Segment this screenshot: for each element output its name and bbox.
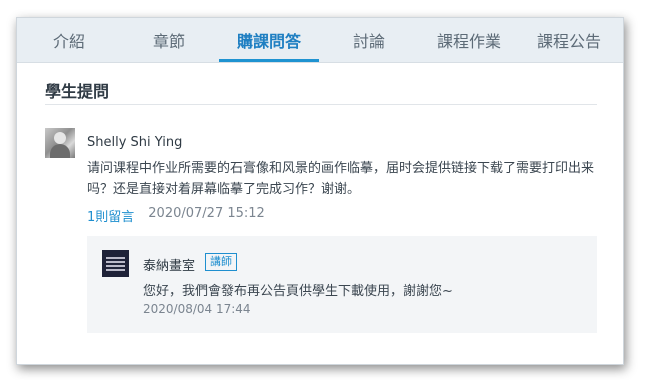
tab-assignments[interactable]: 課程作業 — [419, 18, 519, 62]
tab-announcements[interactable]: 課程公告 — [519, 18, 619, 62]
reply-count-link[interactable]: 1則留言 — [87, 206, 134, 225]
reply-body: 您好，我們會發布再公告頁供學生下載使用，謝謝您~ — [143, 284, 453, 299]
instructor-badge: 講師 — [205, 253, 237, 271]
studio-logo-icon — [102, 250, 129, 277]
qa-panel: 介紹 章節 購課問答 討論 課程作業 課程公告 學生提問 Shelly Shi … — [16, 17, 624, 365]
tab-bar: 介紹 章節 購課問答 討論 課程作業 課程公告 — [17, 18, 623, 63]
tab-chapters[interactable]: 章節 — [119, 18, 219, 62]
section-title: 學生提問 — [45, 82, 110, 101]
section-divider — [45, 104, 597, 105]
question-author: Shelly Shi Ying — [87, 135, 183, 150]
avatar — [45, 128, 75, 158]
question-meta: 1則留言 2020/07/27 15:12 — [87, 206, 265, 225]
tab-discussion[interactable]: 討論 — [319, 18, 419, 62]
reply-card: 泰納畫室 講師 您好，我們會發布再公告頁供學生下載使用，謝謝您~ 2020/08… — [87, 236, 597, 333]
reply-author: 泰納畫室 — [143, 259, 196, 274]
tab-purchase-qa[interactable]: 購課問答 — [219, 18, 319, 62]
question-body: 请问课程中作业所需要的石膏像和风景的画作临摹，届时会提供链接下载了需要打印出来吗… — [87, 161, 595, 197]
reply-timestamp: 2020/08/04 17:44 — [143, 302, 251, 316]
question-timestamp: 2020/07/27 15:12 — [148, 206, 265, 221]
tab-intro[interactable]: 介紹 — [19, 18, 119, 62]
